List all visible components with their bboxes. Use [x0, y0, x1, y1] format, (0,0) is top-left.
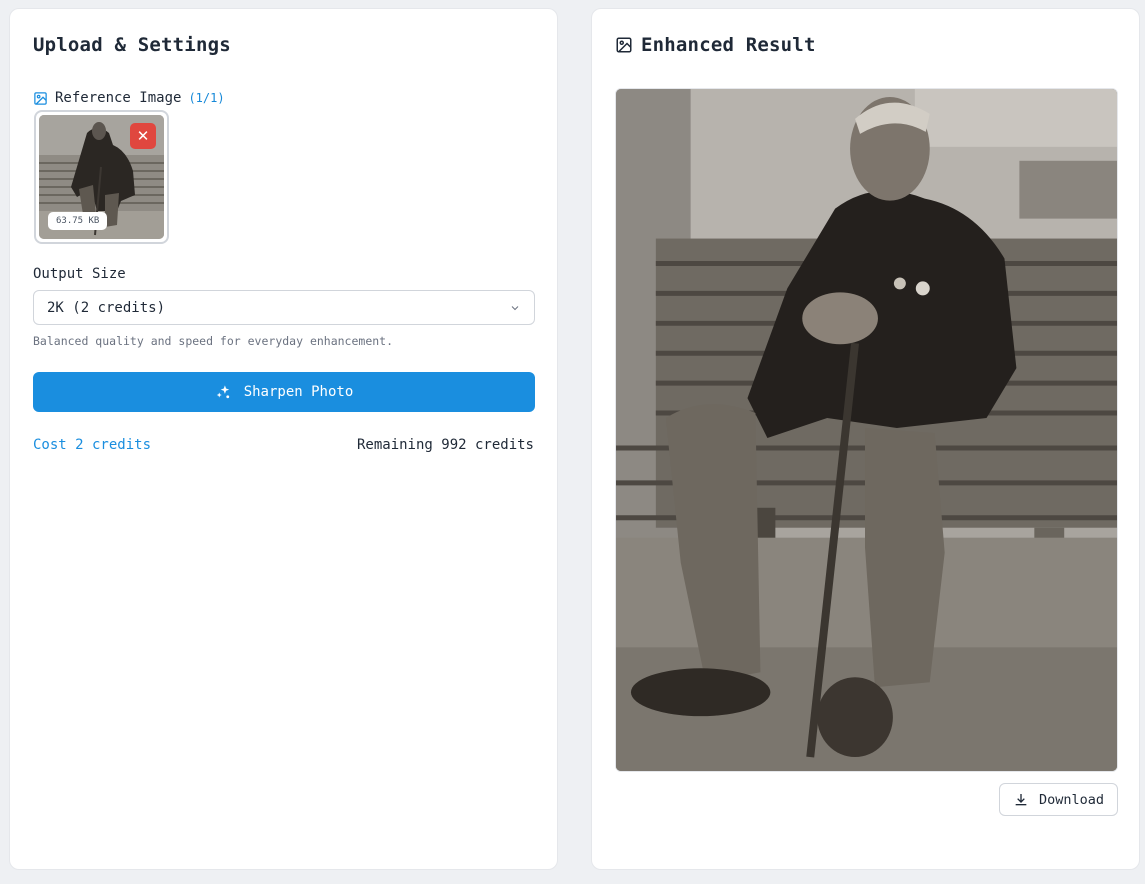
download-button[interactable]: Download [999, 783, 1118, 816]
upload-settings-title: Upload & Settings [33, 34, 231, 56]
reference-image-preview: ✕ 63.75 KB [39, 115, 164, 239]
download-icon [1015, 793, 1027, 805]
output-size-value: 2K (2 credits) [47, 299, 166, 316]
sharpen-photo-label: Sharpen Photo [243, 384, 354, 400]
enhanced-result-image[interactable] [615, 88, 1118, 772]
reference-image-count: (1/1) [188, 91, 225, 105]
remaining-credits-text: Remaining 992 credits [356, 437, 534, 453]
reference-image-text: Reference Image [55, 90, 182, 106]
output-size-helper: Balanced quality and speed for everyday … [33, 334, 394, 348]
enhanced-result-title: Enhanced Result [641, 34, 816, 56]
enhanced-result-panel: Enhanced Result Download [591, 8, 1140, 870]
image-icon [616, 37, 632, 53]
file-size-badge: 63.75 KB [48, 212, 108, 230]
sharpen-photo-button[interactable]: Sharpen Photo [33, 372, 535, 412]
chevron-down-icon [511, 305, 519, 310]
download-label: Download [1038, 791, 1105, 808]
panel-title-upload-settings: Upload & Settings [33, 34, 231, 56]
output-size-label: Output Size [33, 266, 126, 282]
close-icon: ✕ [136, 127, 150, 145]
enhanced-photo [616, 89, 1117, 771]
image-icon [34, 91, 47, 105]
remove-image-button[interactable]: ✕ [130, 123, 156, 149]
output-size-select[interactable]: 2K (2 credits) [33, 290, 535, 325]
reference-image-thumbnail[interactable]: ✕ 63.75 KB [34, 110, 169, 244]
sparkle-icon [216, 384, 229, 398]
upload-settings-panel: Upload & Settings Reference Image (1/1) [9, 8, 558, 870]
reference-image-label: Reference Image (1/1) [33, 90, 225, 106]
panel-title-enhanced-result: Enhanced Result [615, 34, 816, 56]
cost-text: Cost 2 credits [33, 437, 152, 453]
